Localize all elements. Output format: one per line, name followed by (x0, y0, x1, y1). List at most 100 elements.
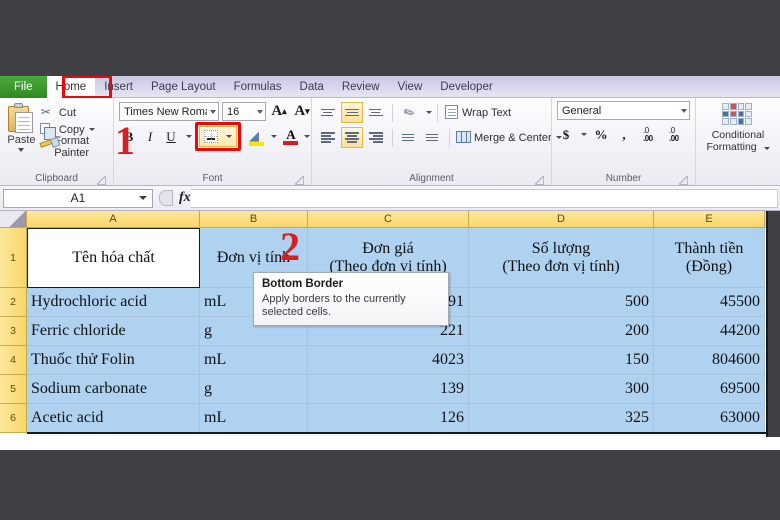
cell-e6[interactable]: 63000 (654, 404, 765, 433)
styles-group-label (701, 172, 775, 185)
cell-b5[interactable]: g (200, 375, 308, 404)
align-right-button[interactable] (365, 127, 387, 148)
orientation-button[interactable]: ✎ (398, 102, 420, 123)
cell-e5[interactable]: 69500 (654, 375, 765, 404)
conditional-formatting-button[interactable]: Conditional Formatting (701, 101, 775, 153)
tab-home[interactable]: Home (46, 76, 96, 98)
formula-expand-button[interactable] (159, 190, 173, 206)
decrease-decimal-button[interactable]: .0 .00 (666, 125, 690, 145)
formula-bar: A1 fx (0, 186, 780, 211)
row-header-6[interactable]: 6 (0, 404, 26, 433)
cut-button[interactable]: ✂ Cut (38, 104, 108, 121)
cell-c5[interactable]: 139 (308, 375, 469, 404)
cell-e2[interactable]: 45500 (654, 288, 765, 317)
cell-a6[interactable]: Acetic acid (27, 404, 200, 433)
currency-chevron-down-icon[interactable] (581, 133, 587, 136)
paste-chevron-down-icon[interactable] (18, 148, 25, 152)
number-group-label: Number (557, 172, 690, 185)
wrap-text-button[interactable]: Wrap Text (443, 102, 511, 123)
row-header-4[interactable]: 4 (0, 346, 26, 375)
column-header-e[interactable]: E (654, 211, 765, 227)
percent-button[interactable]: % (592, 124, 610, 145)
borders-button[interactable] (195, 122, 241, 151)
tab-review[interactable]: Review (333, 76, 389, 98)
column-header-a[interactable]: A (27, 211, 200, 227)
font-size-combo[interactable]: 16 (222, 102, 266, 121)
tab-file[interactable]: File (0, 76, 47, 98)
align-top-button[interactable] (317, 102, 339, 123)
column-header-d[interactable]: D (469, 211, 654, 227)
alignment-dialog-launcher-icon[interactable] (535, 176, 544, 185)
comma-style-button[interactable]: , (615, 124, 633, 145)
font-dialog-launcher-icon[interactable] (295, 176, 304, 185)
cell-a3[interactable]: Ferric chloride (27, 317, 200, 346)
number-format-chevron-down-icon[interactable] (681, 108, 687, 113)
font-color-button[interactable]: A (283, 128, 299, 146)
tab-view[interactable]: View (389, 76, 432, 98)
cell-a1[interactable]: Tên hóa chất (27, 228, 200, 288)
currency-button[interactable]: $ (557, 124, 575, 145)
font-size-chevron-down-icon[interactable] (257, 109, 263, 114)
increase-indent-button[interactable] (422, 127, 444, 148)
formula-input[interactable] (190, 188, 778, 208)
cell-b4[interactable]: mL (200, 346, 308, 375)
fill-color-button[interactable]: ◢ (248, 128, 266, 146)
fill-color-chevron-down-icon[interactable] (271, 135, 277, 138)
font-color-chevron-down-icon[interactable] (304, 135, 310, 138)
shrink-font-button[interactable]: A ▾ (292, 102, 312, 122)
cell-e1[interactable]: Thành tiền (Đồng) (654, 228, 765, 288)
copy-chevron-down-icon[interactable] (88, 128, 95, 131)
row-header-3[interactable]: 3 (0, 317, 26, 346)
decrease-indent-button[interactable] (398, 127, 420, 148)
number-dialog-launcher-icon[interactable] (679, 176, 688, 185)
tab-data[interactable]: Data (291, 76, 333, 98)
cell-a4[interactable]: Thuốc thử Folin (27, 346, 200, 375)
clipboard-dialog-launcher-icon[interactable] (97, 176, 106, 185)
cells-area: Tên hóa chất Đơn vị tính Đơn giá (Theo đ… (27, 228, 780, 434)
cell-c6[interactable]: 126 (308, 404, 469, 433)
orientation-chevron-down-icon[interactable] (426, 111, 432, 114)
merge-center-button[interactable]: Merge & Center (455, 127, 562, 148)
cell-d2[interactable]: 500 (469, 288, 654, 317)
row-header-1[interactable]: 1 (0, 228, 26, 288)
italic-button[interactable]: I (140, 126, 160, 147)
cell-e3[interactable]: 44200 (654, 317, 765, 346)
cell-e4[interactable]: 804600 (654, 346, 765, 375)
cell-a5[interactable]: Sodium carbonate (27, 375, 200, 404)
cell-d5[interactable]: 300 (469, 375, 654, 404)
cell-a2[interactable]: Hydrochloric acid (27, 288, 200, 317)
align-middle-button[interactable] (341, 102, 363, 123)
cell-d1[interactable]: Số lượng (Theo đơn vị tính) (469, 228, 654, 288)
align-center-button[interactable] (341, 127, 363, 148)
grow-font-button[interactable]: A ▴ (269, 102, 289, 122)
format-painter-button[interactable]: Format Painter (38, 135, 108, 159)
row-header-5[interactable]: 5 (0, 375, 26, 404)
align-bottom-button[interactable] (365, 102, 387, 123)
paste-button[interactable]: Paste (5, 101, 38, 152)
tab-developer[interactable]: Developer (431, 76, 501, 98)
font-name-chevron-down-icon[interactable] (210, 109, 216, 114)
align-left-button[interactable] (317, 127, 339, 148)
paintbrush-icon (38, 139, 53, 154)
conditional-formatting-chevron-down-icon[interactable] (763, 147, 770, 150)
name-box[interactable]: A1 (3, 188, 153, 208)
select-all-corner[interactable] (0, 211, 27, 227)
tab-insert[interactable]: Insert (95, 76, 142, 98)
font-name-value: Times New Roma (124, 105, 207, 118)
cell-d4[interactable]: 150 (469, 346, 654, 375)
row-header-2[interactable]: 2 (0, 288, 26, 317)
cell-c4[interactable]: 4023 (308, 346, 469, 375)
tab-page-layout[interactable]: Page Layout (142, 76, 225, 98)
right-edge-scrollbar[interactable] (766, 211, 780, 437)
cell-d3[interactable]: 200 (469, 317, 654, 346)
increase-decimal-button[interactable]: .0 .00 (640, 125, 664, 145)
number-format-combo[interactable]: General (557, 101, 690, 120)
underline-button[interactable]: U (161, 126, 181, 147)
name-box-chevron-down-icon[interactable] (139, 196, 147, 200)
underline-chevron-down-icon[interactable] (186, 135, 192, 138)
column-header-c[interactable]: C (308, 211, 469, 227)
cell-d6[interactable]: 325 (469, 404, 654, 433)
insert-function-icon[interactable]: fx (179, 190, 191, 206)
cell-b6[interactable]: mL (200, 404, 308, 433)
tab-formulas[interactable]: Formulas (225, 76, 291, 98)
